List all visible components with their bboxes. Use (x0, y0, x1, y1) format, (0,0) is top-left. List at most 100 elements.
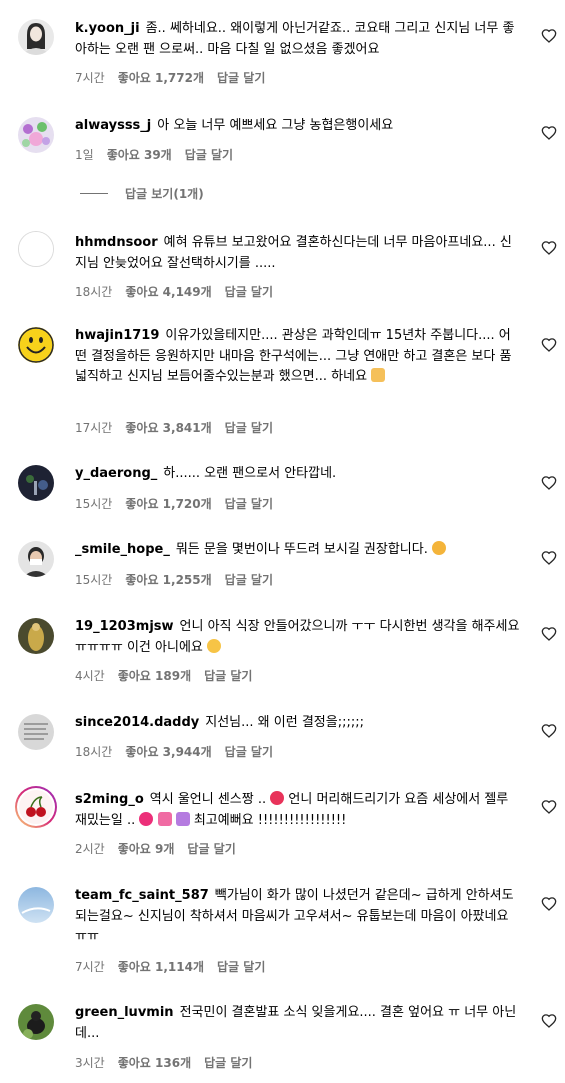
comment-time[interactable]: 18시간 (75, 285, 112, 299)
flushed-face-emoji (207, 638, 222, 653)
comment-body: alwaysss_j 아 오늘 너무 예쁘세요 그냥 농협은행이세요 (75, 116, 520, 137)
folded-hands-emoji (371, 368, 386, 382)
comment-text: 좀.. 쎄하네요.. 왜이렇게 아닌거같죠.. 코요태 그리고 신지님 너무 좋… (75, 21, 515, 57)
comment-time[interactable]: 4시간 (75, 669, 105, 683)
comment-likes[interactable]: 좋아요 3,944개 (125, 745, 211, 759)
comment-meta: 7시간 좋아요 1,114개 답글 달기 (75, 958, 278, 975)
comment-likes[interactable]: 좋아요 1,720개 (125, 497, 211, 511)
heart-outline-icon[interactable] (541, 240, 557, 256)
heart-outline-icon[interactable] (541, 799, 557, 815)
comment-text: 역시 울언니 센스짱 .. (149, 792, 267, 807)
view-replies-button[interactable]: 답글 보기(1개) (80, 185, 204, 202)
comment-time[interactable]: 7시간 (75, 960, 105, 974)
comment-likes[interactable]: 좋아요 1,114개 (118, 960, 204, 974)
comment-body: green_luvmin 전국민이 결혼발표 소식 잊을게요.... 결혼 엎어요… (75, 1003, 520, 1044)
avatar[interactable] (18, 19, 54, 55)
comment-username[interactable]: k.yoon_ji (75, 21, 140, 36)
comment-username[interactable]: green_luvmin (75, 1005, 174, 1020)
comment-time[interactable]: 15시간 (75, 573, 112, 587)
comment-username[interactable]: 19_1203mjsw (75, 619, 174, 634)
reply-button[interactable]: 답글 달기 (225, 421, 273, 435)
reply-button[interactable]: 답글 달기 (225, 285, 273, 299)
heart-outline-icon[interactable] (541, 28, 557, 44)
comment-body: hhmdnsoor 예혀 유튜브 보고왔어요 결혼하신다는데 너무 마음아프네요.… (75, 233, 520, 274)
avatar[interactable] (18, 117, 54, 153)
comment-text: 하...... 오랜 팬으로서 안타깝네. (163, 466, 337, 481)
comment-username[interactable]: team_fc_saint_587 (75, 888, 209, 903)
avatar[interactable] (18, 618, 54, 654)
comment-meta: 17시간 좋아요 3,841개 답글 달기 (75, 419, 286, 436)
reply-button[interactable]: 답글 달기 (204, 669, 252, 683)
avatar[interactable] (18, 231, 54, 267)
comment-time[interactable]: 7시간 (75, 71, 105, 85)
comment-meta: 2시간 좋아요 9개 답글 달기 (75, 840, 249, 857)
comment-username[interactable]: _smile_hope_ (75, 542, 170, 557)
avatar[interactable] (18, 541, 54, 577)
comment-body: s2ming_o 역시 울언니 센스짱 .. 언니 머리해드리기가 요즘 세상에서… (75, 790, 520, 831)
comment-text: 최고예뻐요 !!!!!!!!!!!!!!!!! (193, 812, 347, 828)
divider-line (80, 193, 108, 194)
comment-likes[interactable]: 좋아요 9개 (118, 842, 175, 856)
heart-outline-icon[interactable] (541, 550, 557, 566)
reply-button[interactable]: 답글 달기 (204, 1056, 252, 1070)
comment-meta: 3시간 좋아요 136개 답글 달기 (75, 1054, 265, 1071)
reply-button[interactable]: 답글 달기 (185, 148, 233, 162)
comment-username[interactable]: alwaysss_j (75, 118, 151, 133)
comment-likes[interactable]: 좋아요 39개 (107, 148, 172, 162)
comment-meta: 15시간 좋아요 1,255개 답글 달기 (75, 571, 286, 588)
comment-likes[interactable]: 좋아요 189개 (118, 669, 191, 683)
avatar[interactable] (14, 785, 58, 829)
heart-emoji (270, 791, 285, 805)
heart-outline-icon[interactable] (541, 475, 557, 491)
comment-body: hwajin1719 이유가있을테지만.... 관상은 과학인데ㅠ 15년차 주붑… (75, 326, 520, 388)
comment-body: 19_1203mjsw 언니 아직 식장 안들어갔으니까 ㅜㅜ 다시한번 생각을 … (75, 617, 520, 658)
comment-body: _smile_hope_ 뭐든 문을 몇번이나 뚜드려 보시길 권장합니다. (75, 540, 520, 561)
reply-button[interactable]: 답글 달기 (225, 745, 273, 759)
comment-likes[interactable]: 좋아요 136개 (118, 1056, 191, 1070)
reply-button[interactable]: 답글 달기 (225, 497, 273, 511)
heart-outline-icon[interactable] (541, 1013, 557, 1029)
comment-meta: 15시간 좋아요 1,720개 답글 달기 (75, 495, 286, 512)
comment-time[interactable]: 1일 (75, 148, 94, 162)
heart-emoji (139, 811, 154, 826)
gift-heart-emoji (157, 811, 172, 826)
heart-outline-icon[interactable] (541, 626, 557, 642)
reply-button[interactable]: 답글 달기 (217, 71, 265, 85)
comment-time[interactable]: 3시간 (75, 1056, 105, 1070)
avatar[interactable] (18, 327, 54, 363)
comment-body: since2014.daddy 지선님... 왜 이런 결정을;;;;;; (75, 713, 520, 734)
avatar[interactable] (18, 1004, 54, 1040)
comment-time[interactable]: 2시간 (75, 842, 105, 856)
heart-outline-icon[interactable] (541, 723, 557, 739)
heart-outline-icon[interactable] (541, 125, 557, 141)
comment-time[interactable]: 15시간 (75, 497, 112, 511)
comment-username[interactable]: hhmdnsoor (75, 235, 158, 250)
comment-likes[interactable]: 좋아요 4,149개 (125, 285, 211, 299)
reply-button[interactable]: 답글 달기 (187, 842, 235, 856)
comment-time[interactable]: 17시간 (75, 421, 112, 435)
comment-body: team_fc_saint_587 빽가님이 화가 많이 나셨던거 같은데~ 급하… (75, 886, 520, 948)
avatar[interactable] (18, 714, 54, 750)
heart-outline-icon[interactable] (541, 896, 557, 912)
comment-username[interactable]: y_daerong_ (75, 466, 157, 481)
comment-meta: 7시간 좋아요 1,772개 답글 달기 (75, 69, 278, 86)
comment-likes[interactable]: 좋아요 1,255개 (125, 573, 211, 587)
comment-username[interactable]: s2ming_o (75, 792, 144, 807)
comment-time[interactable]: 18시간 (75, 745, 112, 759)
reply-button[interactable]: 답글 달기 (217, 960, 265, 974)
comment-body: y_daerong_ 하...... 오랜 팬으로서 안타깝네. (75, 464, 520, 485)
reply-button[interactable]: 답글 달기 (225, 573, 273, 587)
heart-emoji (175, 811, 190, 826)
comment-username[interactable]: hwajin1719 (75, 328, 159, 343)
avatar[interactable] (18, 465, 54, 501)
comment-body: k.yoon_ji 좀.. 쎄하네요.. 왜이렇게 아닌거같죠.. 코요태 그리고… (75, 19, 520, 60)
comment-likes[interactable]: 좋아요 1,772개 (118, 71, 204, 85)
heart-outline-icon[interactable] (541, 337, 557, 353)
avatar[interactable] (18, 887, 54, 923)
comment-username[interactable]: since2014.daddy (75, 715, 199, 730)
comment-meta: 18시간 좋아요 3,944개 답글 달기 (75, 743, 286, 760)
comment-meta: 4시간 좋아요 189개 답글 달기 (75, 667, 265, 684)
view-replies-label[interactable]: 답글 보기(1개) (125, 185, 204, 202)
comment-likes[interactable]: 좋아요 3,841개 (125, 421, 211, 435)
comment-text: 아 오늘 너무 예쁘세요 그냥 농협은행이세요 (157, 118, 394, 133)
